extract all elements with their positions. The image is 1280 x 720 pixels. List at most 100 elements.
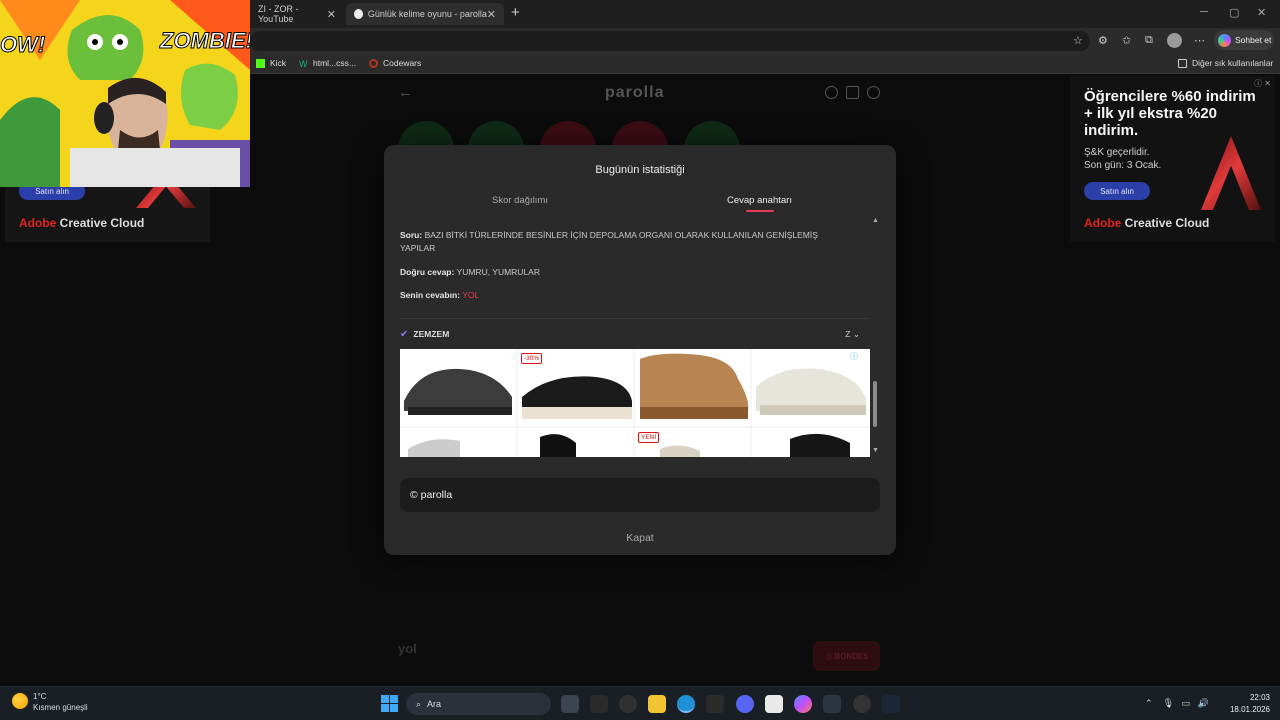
network-icon[interactable]: ▭	[1182, 698, 1191, 708]
scroll-down-icon[interactable]: ▼	[872, 447, 879, 454]
shoe-ad-banner[interactable]: -30% YENİ ⓘ	[400, 349, 870, 457]
search-placeholder: Ara	[427, 699, 442, 709]
answer-list[interactable]: Soru: BAZI BİTKİ TÜRLERİNDE BESİNLER İÇİ…	[400, 217, 872, 457]
app-icon[interactable]	[823, 695, 841, 713]
copilot-label: Sohbet et	[1235, 35, 1272, 45]
divider	[400, 318, 870, 319]
weather-widget[interactable]: 1°C Kısmen güneşli	[12, 691, 112, 717]
caption-left: OW!	[0, 32, 46, 58]
clock-time: 22:03	[1249, 693, 1270, 702]
file-explorer-icon[interactable]	[648, 695, 666, 713]
bookmark-codewars[interactable]: Codewars	[369, 58, 421, 68]
scrollbar-thumb[interactable]	[873, 381, 877, 427]
collections-icon[interactable]: ⧉	[1145, 34, 1153, 47]
checkmark-icon: ✔	[400, 328, 409, 340]
copyright-footer: © parolla	[400, 478, 880, 512]
your-text: YOL	[462, 290, 480, 300]
bookmark-label: html...css...	[313, 58, 356, 68]
caption-right: ZOMBIE!	[160, 28, 250, 54]
tab-answer-key[interactable]: Cevap anahtarı	[727, 195, 792, 206]
maximize-icon[interactable]: ▢	[1229, 6, 1239, 19]
tab-youtube[interactable]: ZI - ZOR - YouTube ✕	[250, 3, 344, 25]
site-favicon-icon	[354, 9, 363, 19]
copilot-button[interactable]: Sohbet et	[1214, 30, 1274, 50]
bookmark-label: Kick	[270, 58, 287, 68]
skip-button[interactable]: ◎ BONDE5	[813, 641, 880, 671]
close-window-icon[interactable]: ✕	[1257, 6, 1266, 19]
url-input[interactable]	[250, 31, 1090, 51]
favorites-icon[interactable]: ✩	[1122, 34, 1131, 47]
question-text: BAZI BİTKİ TÜRLERİNDE BESİNLER İÇİN DEPO…	[400, 230, 818, 253]
scroll-up-icon[interactable]: ▲	[872, 217, 879, 224]
folder-icon	[1178, 58, 1187, 68]
answer-input[interactable]: yol	[398, 641, 417, 656]
volume-icon[interactable]: 🔊	[1198, 698, 1209, 708]
copilot-app-icon[interactable]	[794, 695, 812, 713]
bookmark-kick[interactable]: Kick	[256, 58, 286, 68]
ad-brand: Adobe Creative Cloud	[1084, 216, 1209, 230]
answer-letter: Z	[845, 328, 851, 339]
webcam-overlay: OW! ZOMBIE!	[0, 0, 250, 187]
clock[interactable]: 22:03 18.01.2026	[1228, 692, 1270, 716]
microphone-icon[interactable]: 🎙	[1163, 698, 1174, 708]
profile-avatar[interactable]	[1167, 33, 1182, 48]
tab-score-distribution[interactable]: Skor dağılımı	[492, 195, 548, 206]
search-icon: ⌕	[416, 698, 422, 709]
ad-buy-button[interactable]: Satın alın	[1084, 182, 1150, 200]
weather-sun-icon	[12, 693, 28, 709]
taskbar-search[interactable]: ⌕ Ara	[406, 693, 551, 715]
question-row: Soru: BAZI BİTKİ TÜRLERİNDE BESİNLER İÇİ…	[400, 229, 845, 255]
letter-indicator: Z ⌄	[845, 329, 860, 340]
discord-icon[interactable]	[736, 695, 754, 713]
modal-title: Bugünün istatistiği	[595, 164, 685, 176]
edge-icon[interactable]	[677, 695, 695, 713]
your-answer-row: Senin cevabın: YOL	[400, 289, 845, 302]
obs-icon[interactable]	[853, 695, 871, 713]
correct-text: YUMRU, YUMRULAR	[456, 267, 540, 277]
bookmark-label: Codewars	[383, 58, 422, 68]
info-icon[interactable]	[825, 86, 838, 99]
bookmark-label: Diğer sık kullanılanlar	[1192, 58, 1274, 68]
minimize-icon[interactable]: ─	[1200, 6, 1208, 18]
steam-icon[interactable]	[882, 695, 900, 713]
star-icon[interactable]: ☆	[1073, 34, 1083, 47]
chevron-down-icon[interactable]: ⌄	[853, 329, 860, 339]
close-button[interactable]: Kapat	[384, 532, 896, 544]
windows-start-icon[interactable]	[381, 695, 398, 712]
bookmark-html-css[interactable]: W html...css...	[299, 58, 356, 69]
discount-badge: -30%	[521, 353, 543, 364]
chevron-up-icon[interactable]: ⌃	[1145, 698, 1153, 708]
new-tab-button[interactable]: +	[511, 4, 520, 21]
chatgpt-icon[interactable]	[619, 695, 637, 713]
other-bookmarks[interactable]: Diğer sık kullanılanlar	[1178, 58, 1273, 68]
task-view-icon[interactable]	[561, 695, 579, 713]
your-label: Senin cevabın:	[400, 290, 460, 300]
notepad-icon[interactable]	[765, 695, 783, 713]
weather-text: 1°C Kısmen güneşli	[33, 691, 88, 713]
weather-desc: Kısmen güneşli	[33, 703, 88, 712]
brand-suffix: Creative Cloud	[1121, 216, 1210, 230]
tab-parolla[interactable]: Günlük kelime oyunu - parolla - Ki ✕	[346, 3, 504, 25]
system-tray[interactable]: ⌃ 🎙 ▭ 🔊	[1145, 698, 1209, 709]
brand-suffix: Creative Cloud	[56, 216, 145, 230]
answer-item-zemzem[interactable]: ✔ ZEMZEM Z ⌄	[400, 327, 860, 341]
app-icon[interactable]	[590, 695, 608, 713]
scrollbar[interactable]: ▲ ▼	[871, 217, 880, 457]
extensions-icon[interactable]: ⚙	[1098, 34, 1108, 47]
back-arrow-icon[interactable]: ←	[398, 84, 413, 101]
stats-icon[interactable]	[846, 86, 859, 99]
ad-right[interactable]: ⓘ ✕ Öğrencilere %60 indirim + ilk yıl ek…	[1070, 76, 1275, 242]
user-icon[interactable]	[867, 86, 880, 99]
kick-icon	[256, 58, 265, 68]
adobe-art-icon	[1201, 136, 1261, 210]
ad-choices-icon[interactable]: ⓘ	[850, 351, 858, 362]
nvidia-icon[interactable]	[706, 695, 724, 713]
more-icon[interactable]: ⋯	[1194, 34, 1205, 47]
ad-title: Öğrencilere %60 indirim + ilk yıl ekstra…	[1084, 88, 1256, 139]
brand-prefix: Adobe	[1084, 216, 1122, 230]
close-icon[interactable]: ✕	[327, 8, 336, 21]
close-icon[interactable]: ✕	[487, 8, 496, 21]
game-logo: parolla	[605, 84, 665, 101]
taskbar	[0, 686, 1280, 720]
w-icon: W	[299, 58, 308, 69]
